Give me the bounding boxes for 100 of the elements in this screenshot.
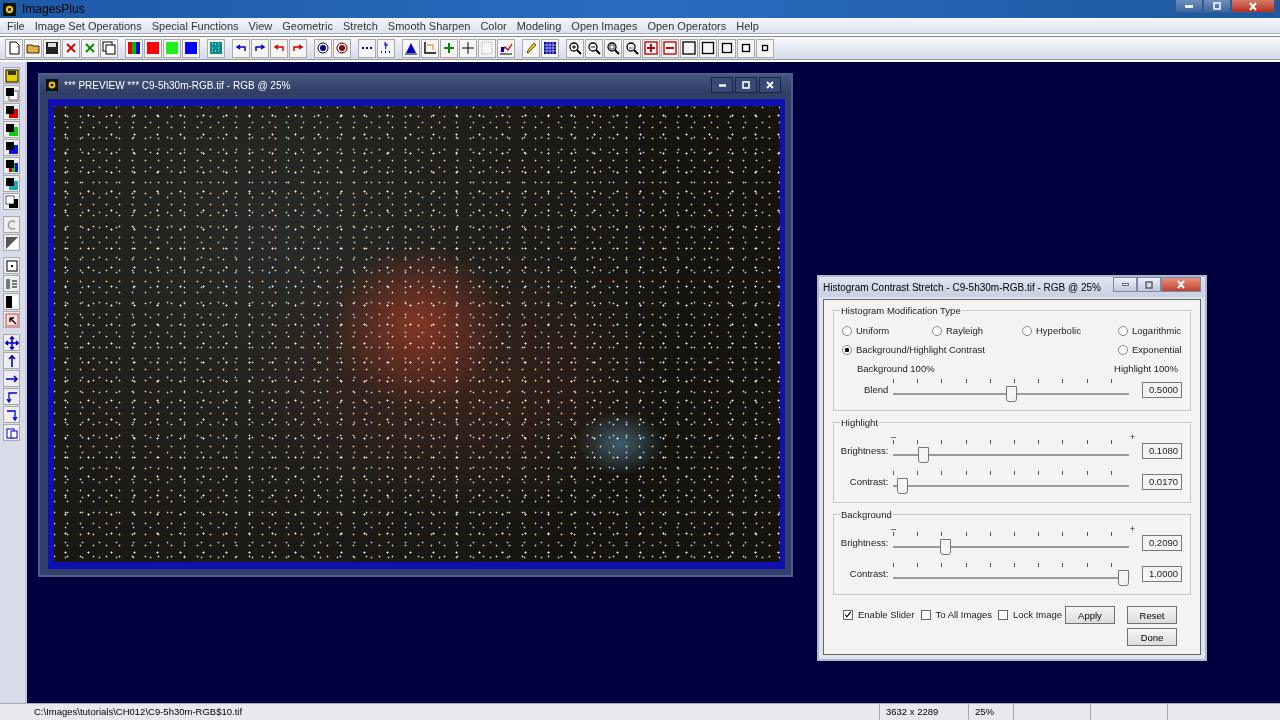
minus-box-button[interactable]	[661, 38, 679, 58]
value-field[interactable]: 0.1080	[1142, 442, 1182, 459]
overlapping-squares-button[interactable]	[3, 103, 20, 120]
grid-button[interactable]	[541, 38, 559, 58]
dotted-grid-button[interactable]	[478, 38, 496, 58]
radio-button[interactable]	[932, 325, 942, 336]
square-button[interactable]	[699, 38, 717, 58]
return-arrow-button[interactable]	[3, 388, 20, 405]
triangle-button[interactable]	[402, 38, 420, 58]
close-button[interactable]	[759, 77, 781, 93]
crosshair-button[interactable]	[459, 38, 477, 58]
plus-button[interactable]	[440, 38, 458, 58]
menu-item[interactable]: Smooth Sharpen	[382, 19, 476, 32]
dialog-button[interactable]: Apply	[1065, 606, 1115, 624]
zoom-out-icon	[587, 41, 601, 55]
checkbox[interactable]	[998, 609, 1008, 620]
slider-thumb[interactable]	[1005, 385, 1017, 402]
move-arrows-button[interactable]	[3, 334, 20, 351]
menu-item[interactable]: Image Set Operations	[29, 19, 147, 32]
value-field[interactable]: 0.5000	[1142, 381, 1182, 398]
return-arrow-button[interactable]	[3, 406, 20, 423]
windows-button[interactable]	[100, 38, 118, 58]
zoom-in-button[interactable]	[566, 38, 584, 58]
dots-button[interactable]	[377, 38, 395, 58]
filled-square-button[interactable]	[182, 38, 200, 58]
ring-button[interactable]	[314, 38, 332, 58]
minimize-button[interactable]	[711, 77, 733, 93]
new-file-button[interactable]	[5, 38, 23, 58]
maximize-button[interactable]	[1203, 0, 1231, 13]
redo-arrow-button[interactable]	[289, 38, 307, 58]
diagonal-split-button[interactable]	[3, 234, 20, 251]
radio-button[interactable]	[1022, 325, 1032, 336]
slider-thumb[interactable]	[897, 477, 909, 494]
filled-square-icon	[146, 41, 160, 55]
copy-boxes-button[interactable]	[3, 424, 20, 441]
radio-button[interactable]	[1118, 344, 1128, 355]
menu-item[interactable]: File	[2, 19, 30, 32]
square-button[interactable]	[680, 38, 698, 58]
radio-button[interactable]	[842, 344, 852, 355]
dots-button[interactable]	[358, 38, 376, 58]
slider-thumb[interactable]	[940, 538, 952, 555]
zoom-out-button[interactable]	[585, 38, 603, 58]
save-button[interactable]	[43, 38, 61, 58]
zoom-button[interactable]	[604, 38, 622, 58]
right-arrow-button[interactable]	[3, 370, 20, 387]
chart-button[interactable]	[497, 38, 515, 58]
half-filled-rectangle-button[interactable]	[3, 293, 20, 310]
square-button[interactable]	[718, 38, 736, 58]
ring-button[interactable]	[333, 38, 351, 58]
dotted-square-button[interactable]	[207, 38, 225, 58]
dialog-button[interactable]: Reset	[1127, 606, 1177, 624]
overlapping-squares-button[interactable]	[3, 139, 20, 156]
filled-square-button[interactable]	[144, 38, 162, 58]
overlapping-squares-button[interactable]	[3, 85, 20, 102]
menu-item[interactable]: Open Operators	[642, 19, 732, 32]
axes-button[interactable]	[421, 38, 439, 58]
plus-box-button[interactable]	[642, 38, 660, 58]
minimize-button[interactable]	[1175, 0, 1203, 13]
rgb-stripes-button[interactable]	[125, 38, 143, 58]
zoom-button[interactable]	[623, 38, 641, 58]
cursor-in-square-button[interactable]	[3, 311, 20, 328]
overlapping-squares-button[interactable]	[3, 157, 20, 174]
overlapping-squares-button[interactable]	[3, 121, 20, 138]
maximize-button[interactable]	[735, 77, 757, 93]
bars-lines-button[interactable]	[3, 275, 20, 292]
value-field[interactable]: 0.0170	[1142, 473, 1182, 490]
value-field[interactable]: 0.2090	[1142, 534, 1182, 551]
minimize-button[interactable]	[1113, 277, 1137, 292]
radio-button[interactable]	[1118, 325, 1128, 336]
value-field[interactable]: 1.0000	[1142, 565, 1182, 582]
dialog-button[interactable]: Done	[1127, 628, 1177, 646]
overlapping-squares-button[interactable]	[3, 175, 20, 192]
redo-arrow-button[interactable]	[251, 38, 269, 58]
radio-label: Hyperbolic	[1036, 325, 1081, 336]
menu-item[interactable]: Color	[475, 19, 512, 32]
menu-item[interactable]: View	[243, 19, 278, 32]
square-button[interactable]	[756, 38, 774, 58]
menu-item[interactable]: Open Images	[566, 19, 643, 32]
radio-button[interactable]	[842, 325, 852, 336]
slider-thumb[interactable]	[917, 446, 929, 463]
close-button[interactable]	[1231, 0, 1275, 13]
undo-arrow-button[interactable]	[232, 38, 250, 58]
checkbox[interactable]	[843, 609, 853, 620]
x-mark-button[interactable]	[62, 38, 80, 58]
checkbox[interactable]	[920, 609, 931, 620]
menu-item[interactable]: Help	[731, 19, 764, 32]
menu-item[interactable]: Modeling	[511, 19, 567, 32]
overlapping-squares-button[interactable]	[3, 193, 20, 210]
x-mark-button[interactable]	[81, 38, 99, 58]
slider-thumb[interactable]	[1118, 569, 1130, 586]
menu-item[interactable]: Special Functions	[146, 19, 244, 32]
save-button[interactable]	[3, 67, 20, 84]
pencil-button[interactable]	[522, 38, 540, 58]
folder-button[interactable]	[24, 38, 42, 58]
square-button[interactable]	[737, 38, 755, 58]
menu-item[interactable]: Geometric	[277, 19, 338, 32]
menu-item[interactable]: Stretch	[338, 19, 383, 32]
up-arrow-button[interactable]	[3, 352, 20, 369]
dot-in-square-button[interactable]	[3, 257, 20, 274]
undo-arrow-button[interactable]	[270, 38, 288, 58]
